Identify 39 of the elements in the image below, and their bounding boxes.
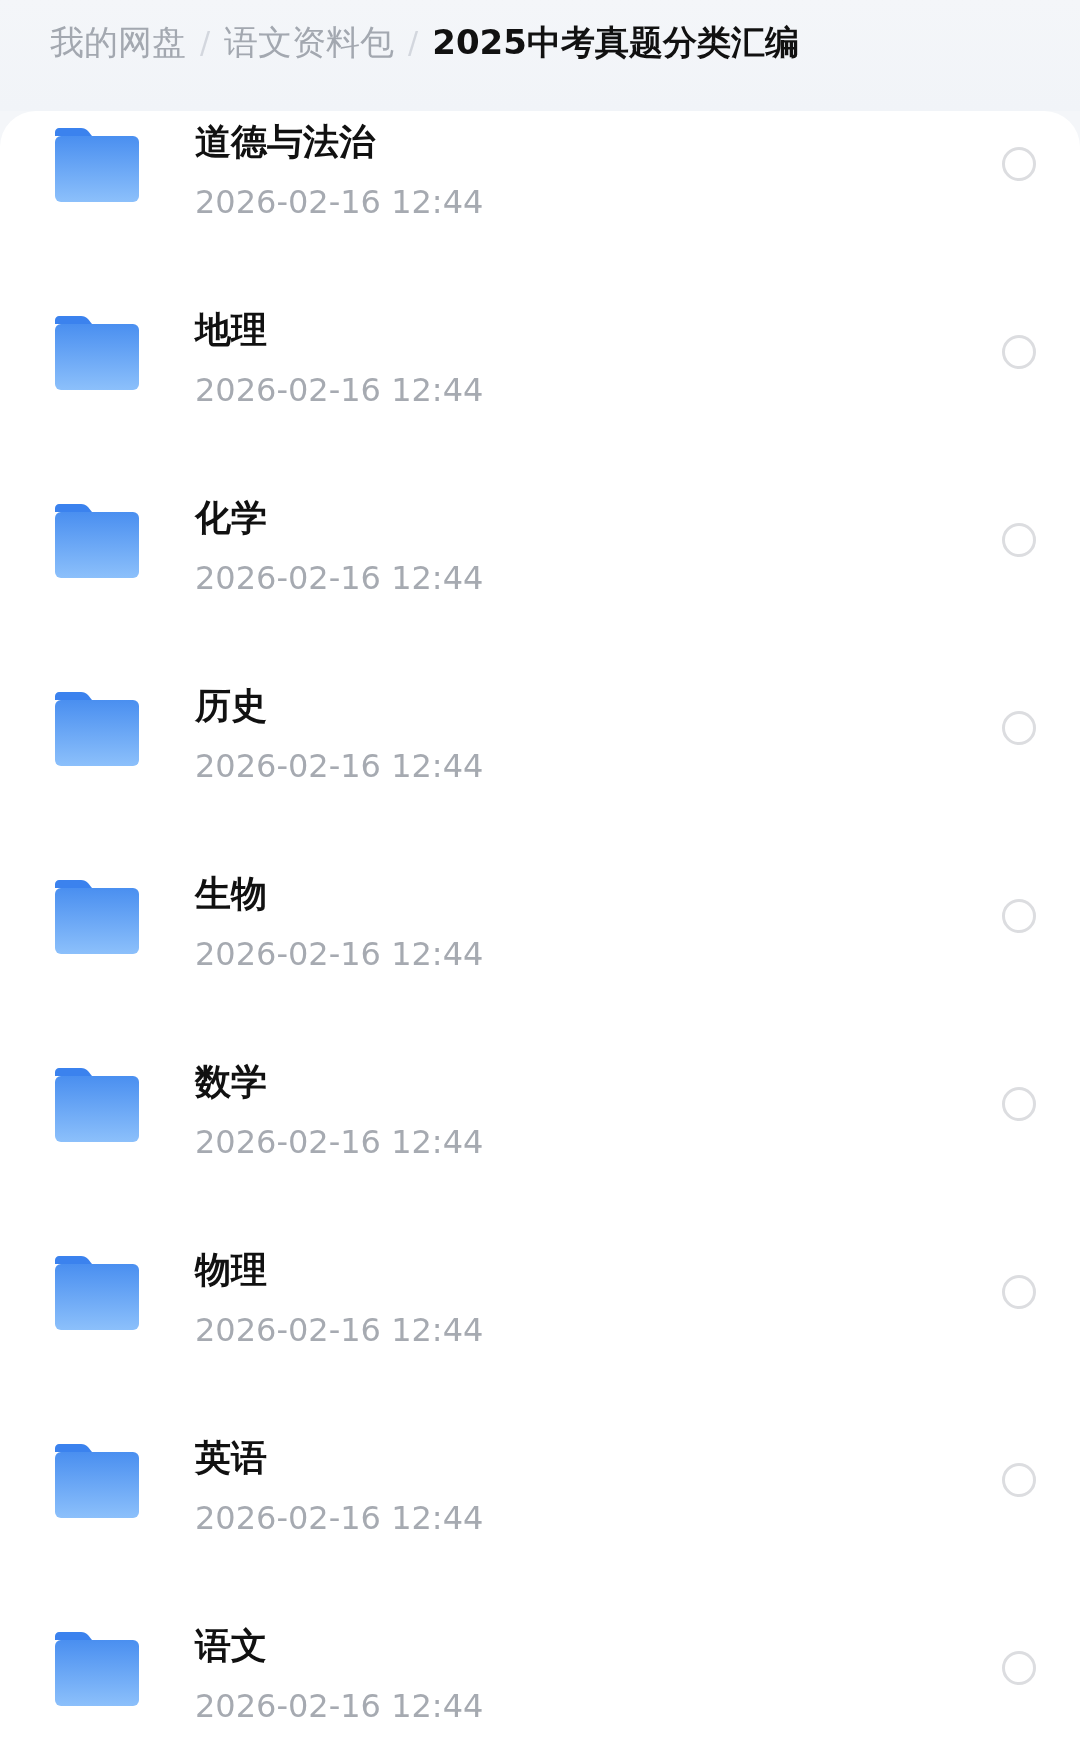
- folder-name[interactable]: 英语: [195, 1437, 1002, 1479]
- breadcrumb-separator: /: [408, 24, 419, 62]
- folder-icon: [55, 1068, 139, 1142]
- folder-name[interactable]: 数学: [195, 1061, 1002, 1103]
- folder-name[interactable]: 地理: [195, 309, 1002, 351]
- modified-date: 2026-02-16 12:44: [195, 1123, 485, 1161]
- folder-icon: [55, 128, 139, 202]
- modified-date: 2026-02-16 12:44: [195, 371, 485, 409]
- modified-date: 2026-02-16 12:44: [195, 1499, 485, 1537]
- folder-icon: [55, 880, 139, 954]
- modified-date: 2026-02-16 12:44: [195, 1311, 485, 1349]
- folder-name[interactable]: 历史: [195, 685, 1002, 727]
- select-checkbox[interactable]: [1002, 1651, 1036, 1685]
- folder-name[interactable]: 语文: [195, 1625, 1002, 1667]
- select-checkbox[interactable]: [1002, 523, 1036, 557]
- folder-icon: [55, 316, 139, 390]
- folder-name[interactable]: 物理: [195, 1249, 1002, 1291]
- modified-date: 2026-02-16 12:44: [195, 559, 485, 597]
- folder-icon: [55, 1632, 139, 1706]
- select-checkbox[interactable]: [1002, 711, 1036, 745]
- select-checkbox[interactable]: [1002, 1463, 1036, 1497]
- select-checkbox[interactable]: [1002, 335, 1036, 369]
- modified-date: 2026-02-16 12:44: [195, 1687, 485, 1725]
- breadcrumb-separator: /: [200, 24, 211, 62]
- folder-name[interactable]: 生物: [195, 873, 1002, 915]
- select-checkbox[interactable]: [1002, 1275, 1036, 1309]
- select-checkbox[interactable]: [1002, 147, 1036, 181]
- folder-icon: [55, 1444, 139, 1518]
- current-folder-title: 2025中考真题分类汇编: [432, 21, 799, 64]
- folder-name[interactable]: 道德与法治: [195, 121, 1002, 163]
- modified-date: 2026-02-16 12:44: [195, 183, 485, 221]
- modified-date: 2026-02-16 12:44: [195, 935, 485, 973]
- folder-icon: [55, 692, 139, 766]
- modified-date: 2026-02-16 12:44: [195, 747, 485, 785]
- select-checkbox[interactable]: [1002, 1087, 1036, 1121]
- folder-icon: [55, 504, 139, 578]
- folder-name[interactable]: 化学: [195, 497, 1002, 539]
- select-checkbox[interactable]: [1002, 899, 1036, 933]
- folder-icon: [55, 1256, 139, 1330]
